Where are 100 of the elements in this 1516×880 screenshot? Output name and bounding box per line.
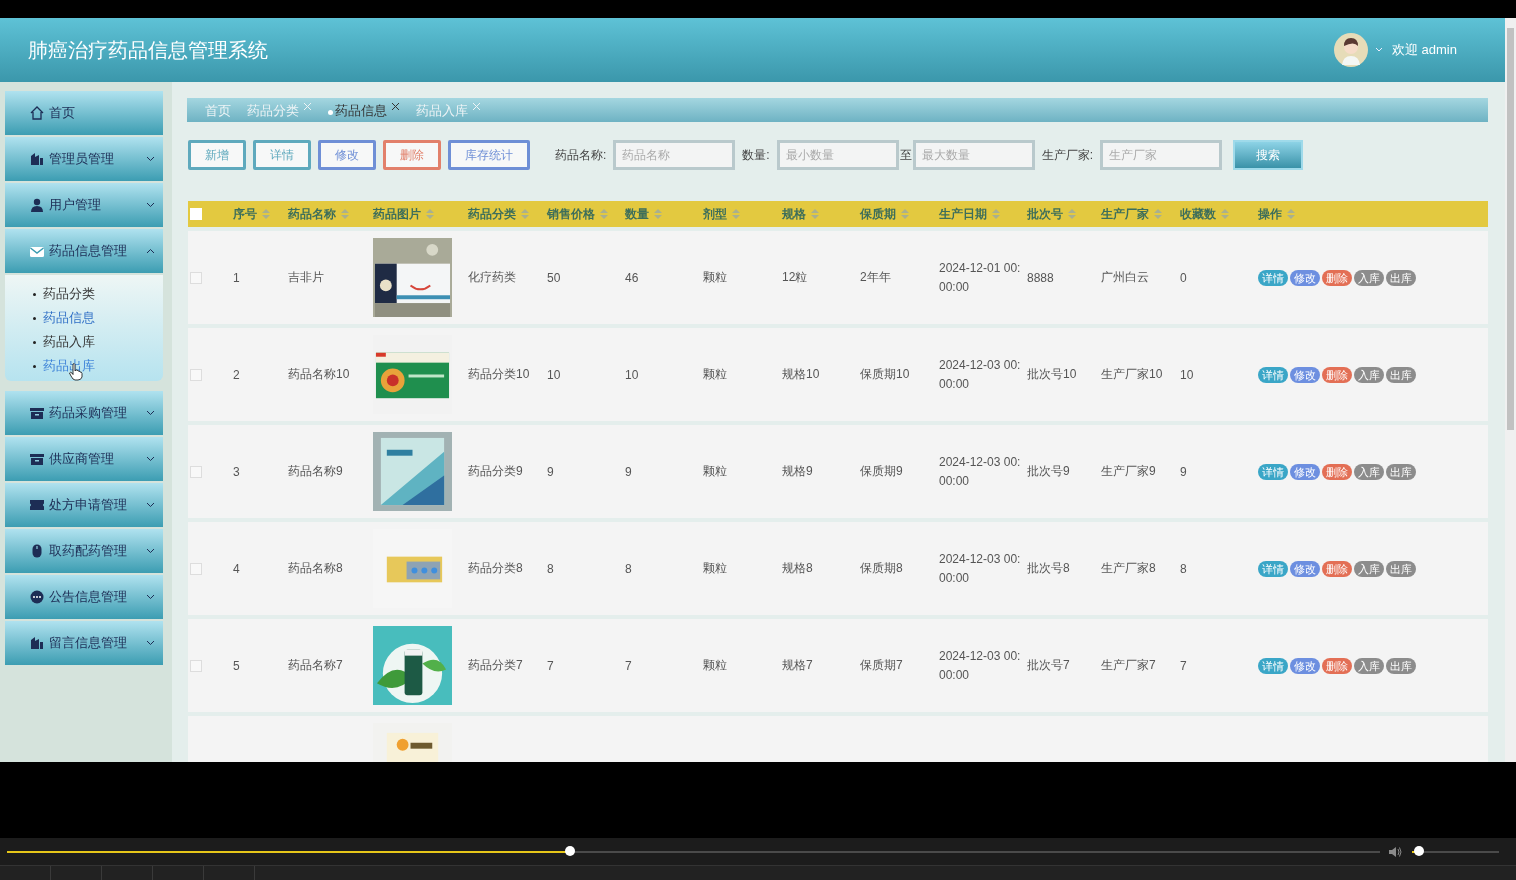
toolbar-button[interactable]: 详情 bbox=[253, 140, 311, 170]
checkbox[interactable] bbox=[190, 562, 202, 575]
sort-icon[interactable] bbox=[1068, 208, 1076, 220]
sort-icon[interactable] bbox=[992, 208, 1000, 220]
column-header[interactable]: 操作 bbox=[1258, 205, 1282, 223]
max-quantity-field[interactable]: 最大数量 bbox=[912, 140, 1035, 170]
toolbar-button[interactable]: 删除 bbox=[383, 140, 441, 170]
checkbox[interactable] bbox=[190, 368, 202, 381]
table-cell: 10 bbox=[625, 367, 639, 382]
action-button[interactable]: 入库 bbox=[1354, 657, 1384, 674]
column-header[interactable]: 序号 bbox=[233, 205, 257, 223]
action-button[interactable]: 入库 bbox=[1354, 366, 1384, 383]
sort-icon[interactable] bbox=[811, 208, 819, 220]
submenu-item[interactable]: 药品入库 bbox=[43, 333, 95, 351]
action-button[interactable]: 删除 bbox=[1322, 366, 1352, 383]
sort-icon[interactable] bbox=[600, 208, 608, 220]
sort-icon[interactable] bbox=[341, 208, 349, 220]
action-button[interactable]: 出库 bbox=[1386, 366, 1416, 383]
tab[interactable]: 药品分类 bbox=[247, 98, 312, 120]
action-button[interactable]: 出库 bbox=[1386, 463, 1416, 480]
action-button[interactable]: 修改 bbox=[1290, 657, 1320, 674]
slider-thumb[interactable] bbox=[1413, 845, 1424, 856]
menu-item[interactable]: 留言信息管理 bbox=[5, 621, 163, 665]
chat-icon bbox=[29, 589, 45, 605]
toolbar-button[interactable]: 新增 bbox=[188, 140, 246, 170]
action-button[interactable]: 入库 bbox=[1354, 560, 1384, 577]
search-button[interactable]: 搜索 bbox=[1233, 140, 1304, 170]
action-button[interactable]: 修改 bbox=[1290, 269, 1320, 286]
action-button[interactable]: 入库 bbox=[1354, 269, 1384, 286]
table-cell: 7 bbox=[1180, 658, 1187, 673]
scrollbar-thumb[interactable] bbox=[1507, 28, 1514, 430]
column-header[interactable]: 批次号 bbox=[1027, 205, 1063, 223]
sort-icon[interactable] bbox=[262, 208, 270, 220]
column-header[interactable]: 生产日期 bbox=[939, 205, 987, 223]
column-header[interactable]: 剂型 bbox=[703, 205, 727, 223]
checkbox[interactable] bbox=[190, 465, 202, 478]
column-header[interactable]: 药品图片 bbox=[373, 205, 421, 223]
scrollbar[interactable] bbox=[1505, 18, 1516, 762]
column-header[interactable]: 药品分类 bbox=[468, 205, 516, 223]
column-header[interactable]: 药品名称 bbox=[288, 205, 336, 223]
toolbar-button[interactable]: 修改 bbox=[318, 140, 376, 170]
table-cell: 保质期9 bbox=[860, 463, 903, 480]
manufacturer-field[interactable]: 生产厂家 bbox=[1100, 140, 1223, 170]
toolbar-button[interactable]: 库存统计 bbox=[448, 140, 530, 170]
table-cell: 药品名称9 bbox=[288, 463, 343, 480]
avatar-icon[interactable] bbox=[1333, 33, 1368, 67]
min-quantity-field[interactable]: 最小数量 bbox=[776, 140, 899, 170]
action-button[interactable]: 出库 bbox=[1386, 560, 1416, 577]
menu-item[interactable]: 取药配药管理 bbox=[5, 529, 163, 573]
action-button[interactable]: 删除 bbox=[1322, 463, 1352, 480]
menu-item[interactable]: 首页 bbox=[5, 91, 163, 135]
field-label: 生产厂家: bbox=[1041, 146, 1094, 164]
action-button[interactable]: 详情 bbox=[1258, 269, 1288, 286]
menu-item[interactable]: 公告信息管理 bbox=[5, 575, 163, 619]
caret-icon[interactable] bbox=[1374, 47, 1383, 53]
action-button[interactable]: 详情 bbox=[1258, 463, 1288, 480]
sort-icon[interactable] bbox=[901, 208, 909, 220]
checkbox[interactable] bbox=[190, 659, 202, 672]
column-header[interactable]: 保质期 bbox=[860, 205, 896, 223]
tab[interactable]: 首页 bbox=[205, 98, 231, 120]
sort-icon[interactable] bbox=[654, 208, 662, 220]
menu-item[interactable]: 处方申请管理 bbox=[5, 483, 163, 527]
checkbox[interactable] bbox=[190, 271, 202, 284]
action-button[interactable]: 详情 bbox=[1258, 657, 1288, 674]
action-button[interactable]: 出库 bbox=[1386, 657, 1416, 674]
action-button[interactable]: 删除 bbox=[1322, 269, 1352, 286]
tab[interactable]: 药品入库 bbox=[416, 98, 481, 120]
sort-icon[interactable] bbox=[1287, 208, 1295, 220]
sort-icon[interactable] bbox=[1221, 208, 1229, 220]
menu-item[interactable]: 用户管理 bbox=[5, 183, 163, 227]
sort-icon[interactable] bbox=[521, 208, 529, 220]
submenu-item[interactable]: 药品信息 bbox=[43, 309, 95, 327]
menu-item[interactable]: 药品信息管理 bbox=[5, 229, 163, 273]
action-button[interactable]: 修改 bbox=[1290, 560, 1320, 577]
column-header[interactable]: 销售价格 bbox=[547, 205, 595, 223]
action-button[interactable]: 出库 bbox=[1386, 269, 1416, 286]
name-field[interactable]: 药品名称 bbox=[613, 140, 736, 170]
action-button[interactable]: 入库 bbox=[1354, 463, 1384, 480]
action-button[interactable]: 删除 bbox=[1322, 657, 1352, 674]
slider-thumb[interactable] bbox=[564, 845, 575, 856]
sort-icon[interactable] bbox=[426, 208, 434, 220]
menu-item[interactable]: 药品采购管理 bbox=[5, 391, 163, 435]
action-button[interactable]: 修改 bbox=[1290, 463, 1320, 480]
column-header[interactable]: 收藏数 bbox=[1180, 205, 1216, 223]
column-header[interactable]: 生产厂家 bbox=[1101, 205, 1149, 223]
column-header[interactable]: 数量 bbox=[625, 205, 649, 223]
volume-icon[interactable] bbox=[1388, 845, 1402, 858]
action-button[interactable]: 详情 bbox=[1258, 366, 1288, 383]
column-header[interactable]: 规格 bbox=[782, 205, 806, 223]
menu-item[interactable]: 供应商管理 bbox=[5, 437, 163, 481]
action-button[interactable]: 修改 bbox=[1290, 366, 1320, 383]
action-button[interactable]: 详情 bbox=[1258, 560, 1288, 577]
close-icon[interactable] bbox=[391, 102, 400, 111]
menu-item[interactable]: 管理员管理 bbox=[5, 137, 163, 181]
sort-icon[interactable] bbox=[1154, 208, 1162, 220]
tab[interactable]: 药品信息 bbox=[328, 98, 400, 120]
action-button[interactable]: 删除 bbox=[1322, 560, 1352, 577]
sort-icon[interactable] bbox=[732, 208, 740, 220]
table-cell: 10 bbox=[1180, 367, 1194, 382]
submenu-item[interactable]: 药品分类 bbox=[43, 285, 95, 303]
